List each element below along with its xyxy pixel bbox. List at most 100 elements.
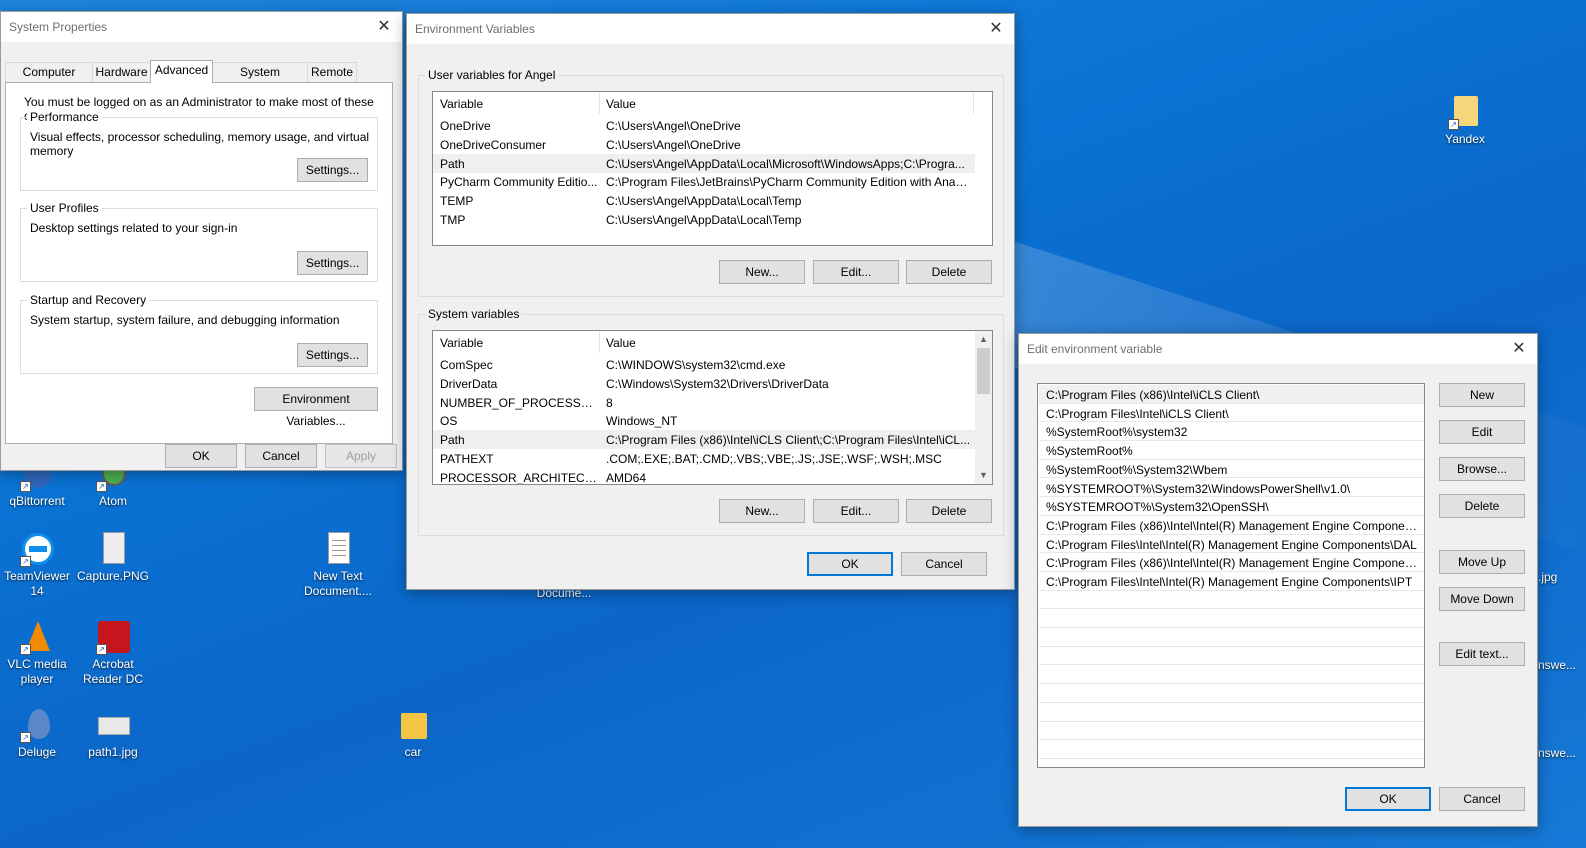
ok-button[interactable]: OK: [1345, 787, 1431, 811]
system-new-button[interactable]: New...: [719, 499, 805, 523]
path-entry-row[interactable]: C:\Program Files (x86)\Intel\Intel(R) Ma…: [1039, 553, 1424, 572]
desktop-icon-acrobat[interactable]: ↗ Acrobat Reader DC: [73, 619, 153, 687]
desktop-icon-deluge[interactable]: ↗ Deluge: [0, 707, 77, 760]
path-entry-row[interactable]: [1039, 628, 1424, 647]
ok-button[interactable]: OK: [807, 552, 893, 576]
title-bar[interactable]: System Properties ✕: [1, 12, 402, 42]
close-icon[interactable]: ✕: [1507, 338, 1531, 360]
cancel-button[interactable]: Cancel: [901, 552, 987, 576]
path-entry-row[interactable]: [1039, 591, 1424, 610]
path-entry-row[interactable]: C:\Program Files\Intel\Intel(R) Manageme…: [1039, 535, 1424, 554]
startup-settings-button[interactable]: Settings...: [297, 343, 368, 367]
performance-settings-button[interactable]: Settings...: [297, 158, 368, 182]
list-row[interactable]: PATHEXT .COM;.EXE;.BAT;.CMD;.VBS;.VBE;.JS…: [433, 449, 975, 468]
desktop-icon-yandex[interactable]: ↗ Yandex: [1425, 94, 1505, 147]
user-profiles-settings-button[interactable]: Settings...: [297, 251, 368, 275]
desktop-icon-nswe-1[interactable]: nswe...: [1538, 658, 1578, 673]
cancel-button[interactable]: Cancel: [1439, 787, 1525, 811]
environment-variables-button[interactable]: Environment Variables...: [254, 387, 378, 428]
move-up-button[interactable]: Move Up: [1439, 550, 1525, 574]
list-row[interactable]: ComSpec C:\WINDOWS\system32\cmd.exe: [433, 355, 975, 374]
path-entry-row[interactable]: C:\Program Files\Intel\Intel(R) Manageme…: [1039, 572, 1424, 591]
tab-computer-name[interactable]: Computer Name: [5, 62, 93, 97]
list-row[interactable]: OneDriveConsumer C:\Users\Angel\OneDrive: [433, 135, 975, 154]
desktop-icon-path1-jpg[interactable]: path1.jpg: [73, 707, 153, 760]
path-entry-row[interactable]: [1039, 759, 1424, 767]
edit-text-button[interactable]: Edit text...: [1439, 642, 1525, 666]
title-bar[interactable]: Environment Variables ✕: [407, 14, 1014, 44]
system-variables-list[interactable]: Variable Value ComSpec C:\WINDOWS\system3…: [432, 330, 993, 485]
ok-button[interactable]: OK: [165, 444, 237, 468]
new-entry-button[interactable]: New: [1439, 383, 1525, 407]
path-entry-row[interactable]: C:\Program Files (x86)\Intel\Intel(R) Ma…: [1039, 516, 1424, 535]
scroll-up-icon[interactable]: ▲: [975, 331, 992, 348]
path-entry-row[interactable]: [1039, 740, 1424, 759]
list-header: Variable Value: [433, 92, 992, 116]
desktop-icon-capture-png[interactable]: Capture.PNG: [73, 531, 153, 584]
path-entry-row[interactable]: C:\Program Files\Intel\iCLS Client\: [1039, 404, 1424, 423]
tab-remote[interactable]: Remote: [307, 62, 357, 82]
close-icon[interactable]: ✕: [984, 18, 1008, 40]
path-entry-row[interactable]: [1039, 722, 1424, 741]
tab-system-protection[interactable]: System Protection: [212, 62, 308, 97]
user-new-button[interactable]: New...: [719, 260, 805, 284]
acrobat-icon: ↗: [96, 619, 130, 655]
cancel-button[interactable]: Cancel: [245, 444, 317, 468]
desktop-icon-jpg[interactable]: .jpg: [1538, 570, 1578, 585]
edit-entry-button[interactable]: Edit: [1439, 420, 1525, 444]
path-entry-row[interactable]: [1039, 703, 1424, 722]
path-entry-row[interactable]: [1039, 684, 1424, 703]
path-entry-row[interactable]: C:\Program Files (x86)\Intel\iCLS Client…: [1039, 385, 1424, 404]
path-entries-list[interactable]: C:\Program Files (x86)\Intel\iCLS Client…: [1037, 383, 1425, 768]
path-entry-row[interactable]: %SYSTEMROOT%\System32\WindowsPowerShell\…: [1039, 479, 1424, 498]
vertical-scrollbar[interactable]: ▲ ▼: [975, 331, 992, 484]
user-edit-button[interactable]: Edit...: [813, 260, 899, 284]
user-delete-button[interactable]: Delete: [906, 260, 992, 284]
list-row[interactable]: Path C:\Users\Angel\AppData\Local\Microso…: [433, 153, 975, 173]
system-delete-button[interactable]: Delete: [906, 499, 992, 523]
move-down-button[interactable]: Move Down: [1439, 587, 1525, 611]
list-row[interactable]: OS Windows_NT: [433, 411, 975, 430]
user-variables-list[interactable]: Variable Value OneDrive C:\Users\Angel\On…: [432, 91, 993, 246]
scrollbar-thumb[interactable]: [977, 348, 990, 394]
column-header-variable[interactable]: Variable: [440, 336, 483, 350]
column-header-value[interactable]: Value: [606, 336, 636, 350]
title-bar[interactable]: Edit environment variable ✕: [1019, 334, 1537, 364]
tab-advanced[interactable]: Advanced: [150, 60, 213, 83]
list-row[interactable]: OneDrive C:\Users\Angel\OneDrive: [433, 116, 975, 135]
list-row[interactable]: TMP C:\Users\Angel\AppData\Local\Temp: [433, 210, 975, 229]
variable-value: C:\Program Files\JetBrains\PyCharm Commu…: [606, 175, 971, 190]
path-entry-row[interactable]: %SystemRoot%\System32\Wbem: [1039, 460, 1424, 479]
column-header-value[interactable]: Value: [606, 97, 636, 111]
system-edit-button[interactable]: Edit...: [813, 499, 899, 523]
tab-hardware[interactable]: Hardware: [92, 62, 151, 82]
apply-button[interactable]: Apply: [325, 444, 397, 468]
column-divider[interactable]: [599, 331, 600, 353]
path-entry-row[interactable]: %SystemRoot%: [1039, 441, 1424, 460]
desktop-icon-new-text-document[interactable]: New Text Document....: [298, 531, 378, 599]
scroll-down-icon[interactable]: ▼: [975, 467, 992, 484]
column-divider[interactable]: [599, 92, 600, 114]
deluge-icon: ↗: [20, 707, 54, 743]
browse-button[interactable]: Browse...: [1439, 457, 1525, 481]
path-entry-row[interactable]: [1039, 647, 1424, 666]
column-header-variable[interactable]: Variable: [440, 97, 483, 111]
path-entry-row[interactable]: %SystemRoot%\system32: [1039, 422, 1424, 442]
path-entry-row[interactable]: [1039, 609, 1424, 629]
desktop-icon-teamviewer[interactable]: ↗ TeamViewer 14: [0, 531, 77, 599]
column-divider[interactable]: [973, 92, 974, 114]
desktop-icon-car[interactable]: car: [373, 707, 453, 760]
desktop-icon-label: VLC media player: [7, 657, 67, 686]
delete-entry-button[interactable]: Delete: [1439, 494, 1525, 518]
desktop-icon-vlc[interactable]: ↗ VLC media player: [0, 619, 77, 687]
list-row[interactable]: DriverData C:\Windows\System32\Drivers\Dr…: [433, 374, 975, 393]
list-row[interactable]: TEMP C:\Users\Angel\AppData\Local\Temp: [433, 191, 975, 210]
list-row[interactable]: PROCESSOR_ARCHITECTURE AMD64: [433, 468, 975, 484]
list-row[interactable]: Path C:\Program Files (x86)\Intel\iCLS Cl…: [433, 430, 975, 450]
desktop-icon-nswe-2[interactable]: nswe...: [1538, 746, 1578, 761]
path-entry-row[interactable]: [1039, 666, 1424, 685]
path-entry-row[interactable]: %SYSTEMROOT%\System32\OpenSSH\: [1039, 497, 1424, 516]
list-row[interactable]: PyCharm Community Editio... C:\Program Fi…: [433, 172, 975, 191]
list-row[interactable]: NUMBER_OF_PROCESSORS 8: [433, 393, 975, 412]
close-icon[interactable]: ✕: [372, 16, 396, 38]
